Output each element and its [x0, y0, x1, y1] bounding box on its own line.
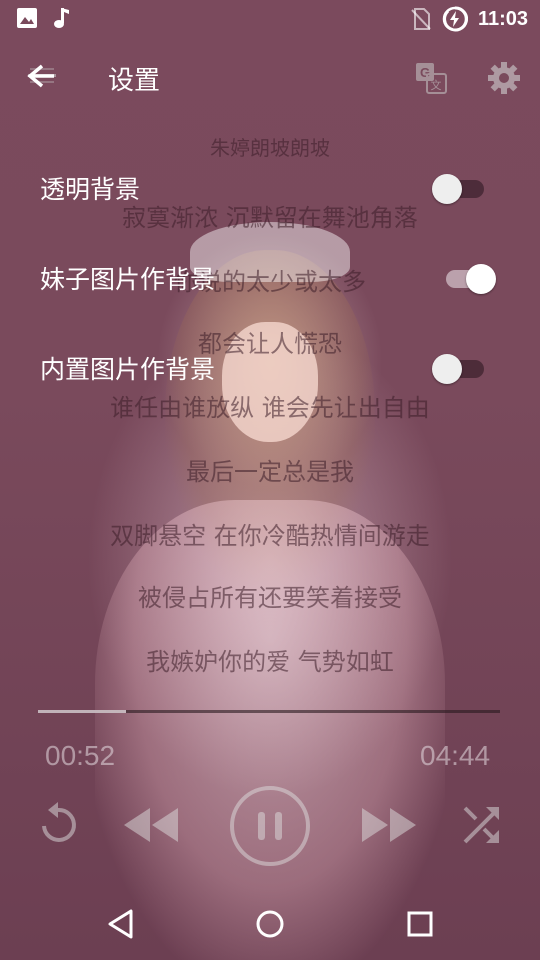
music-note-icon — [54, 8, 69, 28]
lyric-line: 我嫉妒你的爱 气势如虹 — [146, 648, 394, 676]
repeat-icon[interactable] — [36, 802, 80, 848]
total-duration: 04:44 — [420, 740, 491, 771]
home-circle-icon[interactable] — [252, 906, 288, 942]
toggle-thumb — [466, 264, 496, 294]
lyric-line: 朱婷朗坡朗坡 — [210, 136, 330, 160]
battery-charging-icon — [442, 6, 468, 32]
pause-icon[interactable] — [228, 784, 312, 868]
seek-bar[interactable] — [38, 710, 500, 713]
gear-icon[interactable] — [486, 60, 522, 96]
navigation-bar — [0, 888, 540, 960]
girl-image-background-toggle[interactable] — [440, 260, 496, 296]
elapsed-time: 00:52 — [45, 740, 116, 771]
svg-text:G: G — [420, 65, 430, 80]
setting-transparent-background[interactable]: 透明背景 — [0, 158, 540, 218]
setting-label: 透明背景 — [40, 175, 141, 204]
svg-text:文: 文 — [431, 78, 442, 92]
seek-bar-progress — [38, 710, 126, 713]
setting-label: 妹子图片作背景 — [40, 265, 216, 294]
lyric-line: 被侵占所有还要笑着接受 — [138, 584, 402, 612]
builtin-image-background-toggle[interactable] — [432, 350, 488, 386]
translate-icon[interactable]: G 文 — [414, 61, 448, 95]
lyric-line: 双脚悬空 在你冷酷热情间游走 — [110, 522, 430, 550]
no-sim-icon — [411, 8, 431, 30]
toggle-thumb — [432, 354, 462, 384]
transparent-background-toggle[interactable] — [432, 170, 488, 206]
recents-square-icon[interactable] — [402, 906, 438, 942]
rewind-icon[interactable] — [122, 806, 180, 844]
clock: 11:03 — [477, 7, 528, 30]
arrow-back-icon[interactable] — [22, 60, 62, 96]
toolbar: 设置 G 文 — [0, 48, 540, 108]
back-triangle-icon[interactable] — [104, 906, 140, 942]
lyric-line: 最后一定总是我 — [186, 458, 354, 486]
setting-girl-image-background[interactable]: 妹子图片作背景 — [0, 248, 540, 308]
toggle-thumb — [432, 174, 462, 204]
page-title: 设置 — [108, 66, 161, 96]
setting-builtin-image-background[interactable]: 内置图片作背景 — [0, 338, 540, 398]
status-bar: 11:03 — [0, 0, 540, 36]
fast-forward-icon[interactable] — [360, 806, 418, 844]
image-icon — [17, 8, 37, 28]
shuffle-icon[interactable] — [462, 804, 502, 846]
setting-label: 内置图片作背景 — [40, 355, 216, 384]
